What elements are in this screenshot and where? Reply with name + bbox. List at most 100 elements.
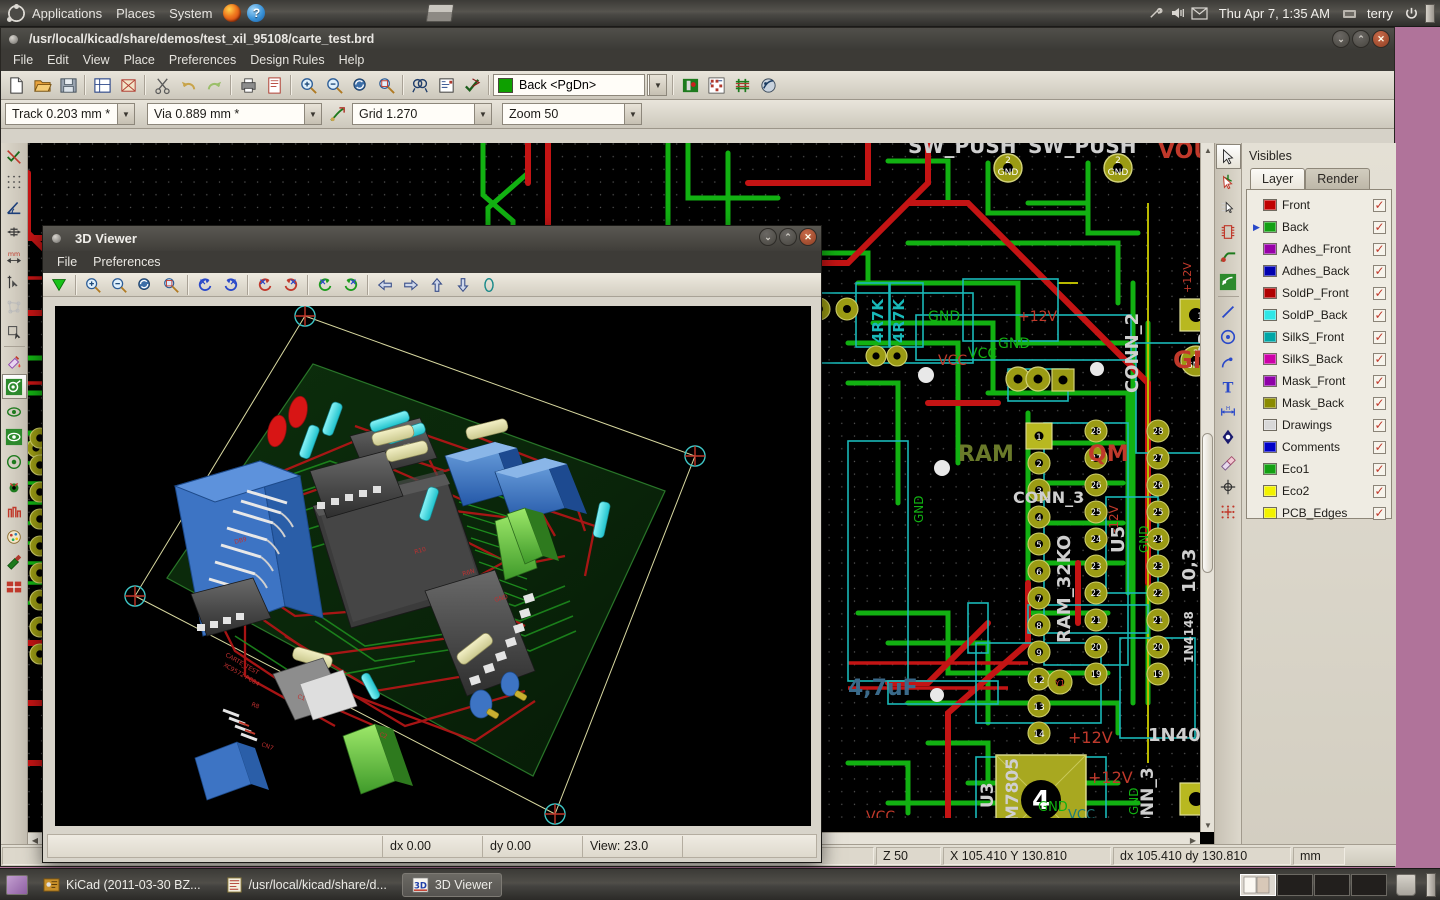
viewer-menu-preferences[interactable]: Preferences (85, 251, 168, 273)
dropbox-icon[interactable] (1145, 3, 1167, 23)
via-size-selector[interactable]: Via 0.889 mm * ▼ (147, 103, 322, 125)
page-settings-icon[interactable] (90, 73, 114, 97)
maximize-button[interactable]: ⌃ (1352, 30, 1370, 48)
show-zones-icon[interactable] (2, 574, 27, 599)
chevron-down-icon[interactable]: ▼ (304, 104, 321, 124)
add-track-icon[interactable] (1216, 244, 1241, 269)
power-icon[interactable] (1400, 3, 1422, 23)
netlist-icon[interactable] (434, 73, 458, 97)
units-mm-icon[interactable]: mm (2, 244, 27, 269)
menu-view[interactable]: View (76, 50, 117, 71)
plot-icon[interactable] (262, 73, 286, 97)
rotate-x-cw-icon[interactable] (219, 273, 243, 297)
layer-color-swatch[interactable] (1263, 265, 1277, 277)
layer-row-eco1[interactable]: Eco1✓ (1249, 458, 1389, 480)
layer-color-swatch[interactable] (1263, 441, 1277, 453)
add-mire-icon[interactable] (1216, 424, 1241, 449)
workspace-switcher[interactable] (1240, 873, 1388, 897)
layer-visibility-checkbox[interactable]: ✓ (1373, 221, 1386, 234)
reload-board-icon[interactable] (47, 273, 71, 297)
close-button[interactable]: ✕ (799, 228, 817, 246)
mode-module-icon[interactable] (678, 73, 702, 97)
add-text-icon[interactable]: T (1216, 374, 1241, 399)
minimize-button[interactable]: ⌄ (1332, 30, 1350, 48)
zoom-fit-icon[interactable] (374, 73, 398, 97)
layer-visibility-checkbox[interactable]: ✓ (1373, 331, 1386, 344)
layer-color-swatch[interactable] (1263, 287, 1277, 299)
layer-color-swatch[interactable] (1263, 419, 1277, 431)
ortho-icon[interactable] (477, 273, 501, 297)
layer-color-swatch[interactable] (1263, 309, 1277, 321)
chevron-down-icon[interactable]: ▼ (117, 104, 134, 124)
track-width-selector[interactable]: Track 0.203 mm * ▼ (5, 103, 135, 125)
tab-render[interactable]: Render (1305, 168, 1370, 189)
vertical-scroll-thumb[interactable] (1202, 433, 1213, 573)
layer-visibility-checkbox[interactable]: ✓ (1373, 419, 1386, 432)
layer-color-swatch[interactable] (1263, 507, 1277, 519)
layer-row-mask_front[interactable]: Mask_Front✓ (1249, 370, 1389, 392)
module-editor-icon[interactable] (116, 73, 140, 97)
move-up-icon[interactable] (425, 273, 449, 297)
layer-row-eco2[interactable]: Eco2✓ (1249, 480, 1389, 502)
add-module-icon[interactable] (1216, 219, 1241, 244)
units-inch-icon[interactable] (2, 219, 27, 244)
add-zone-icon[interactable] (1216, 269, 1241, 294)
cursor-icon[interactable] (1216, 144, 1241, 169)
layer-list[interactable]: Front✓▶Back✓Adhes_Front✓Adhes_Back✓SoldP… (1246, 189, 1392, 519)
hide-pads-icon[interactable] (2, 399, 27, 424)
modules-front-icon[interactable] (2, 499, 27, 524)
layer-row-silks_front[interactable]: SilkS_Front✓ (1249, 326, 1389, 348)
zoom-out-icon[interactable] (322, 73, 346, 97)
rotate-z-ccw-icon[interactable] (313, 273, 337, 297)
view-tracks-icon[interactable] (2, 449, 27, 474)
layer-visibility-checkbox[interactable]: ✓ (1373, 397, 1386, 410)
grid-display-icon[interactable] (2, 169, 27, 194)
layer-color-swatch[interactable] (1263, 463, 1277, 475)
drc-icon[interactable] (460, 73, 484, 97)
delete-icon[interactable] (1216, 449, 1241, 474)
clock[interactable]: Thu Apr 7, 1:35 AM (1211, 6, 1338, 21)
print-icon[interactable] (236, 73, 260, 97)
add-circle-icon[interactable] (1216, 324, 1241, 349)
close-button[interactable]: ✕ (1372, 30, 1390, 48)
layer-visibility-checkbox[interactable]: ✓ (1373, 287, 1386, 300)
redraw-icon[interactable] (133, 273, 157, 297)
firefox-icon[interactable] (223, 4, 241, 22)
open-board-icon[interactable] (30, 73, 54, 97)
pads-holes-icon[interactable] (2, 474, 27, 499)
username-label[interactable]: terry (1360, 6, 1400, 21)
zoom-in-icon[interactable] (296, 73, 320, 97)
user-status-icon[interactable] (1338, 3, 1360, 23)
layer-color-swatch[interactable] (1263, 397, 1277, 409)
highlight-net-icon[interactable] (1216, 169, 1241, 194)
layer-visibility-checkbox[interactable]: ✓ (1373, 485, 1386, 498)
layer-selector[interactable]: Back <PgDn> (493, 74, 645, 96)
layer-color-swatch[interactable] (1263, 353, 1277, 365)
minimize-button[interactable]: ⌄ (759, 228, 777, 246)
workspace-2[interactable] (1277, 874, 1313, 896)
window-menu-icon[interactable] (9, 35, 18, 44)
offset-origin-icon[interactable] (1216, 474, 1241, 499)
move-left-icon[interactable] (373, 273, 397, 297)
text-modules-icon[interactable] (2, 549, 27, 574)
layer-color-swatch[interactable] (1263, 243, 1277, 255)
layer-visibility-checkbox[interactable]: ✓ (1373, 507, 1386, 520)
show-ratsnest-icon[interactable] (730, 73, 754, 97)
undo-icon[interactable] (176, 73, 200, 97)
layer-selector-dropdown[interactable]: ▼ (647, 74, 667, 96)
zoom-out-icon[interactable] (107, 273, 131, 297)
grid-selector[interactable]: Grid 1.270 ▼ (352, 103, 492, 125)
layer-row-adhes_back[interactable]: Adhes_Back✓ (1249, 260, 1389, 282)
trash-icon[interactable] (1396, 874, 1416, 896)
rotate-z-cw-icon[interactable] (339, 273, 363, 297)
layer-color-swatch[interactable] (1263, 375, 1277, 387)
workspace-3[interactable] (1314, 874, 1350, 896)
scroll-up-icon[interactable]: ▲ (1201, 143, 1215, 157)
tab-layer[interactable]: Layer (1250, 168, 1305, 189)
workspace-4[interactable] (1351, 874, 1387, 896)
layer-visibility-checkbox[interactable]: ✓ (1373, 265, 1386, 278)
drc-off-icon[interactable] (2, 144, 27, 169)
rotate-y-cw-icon[interactable] (279, 273, 303, 297)
layer-row-back[interactable]: ▶Back✓ (1249, 216, 1389, 238)
zoom-selector[interactable]: Zoom 50 ▼ (502, 103, 642, 125)
